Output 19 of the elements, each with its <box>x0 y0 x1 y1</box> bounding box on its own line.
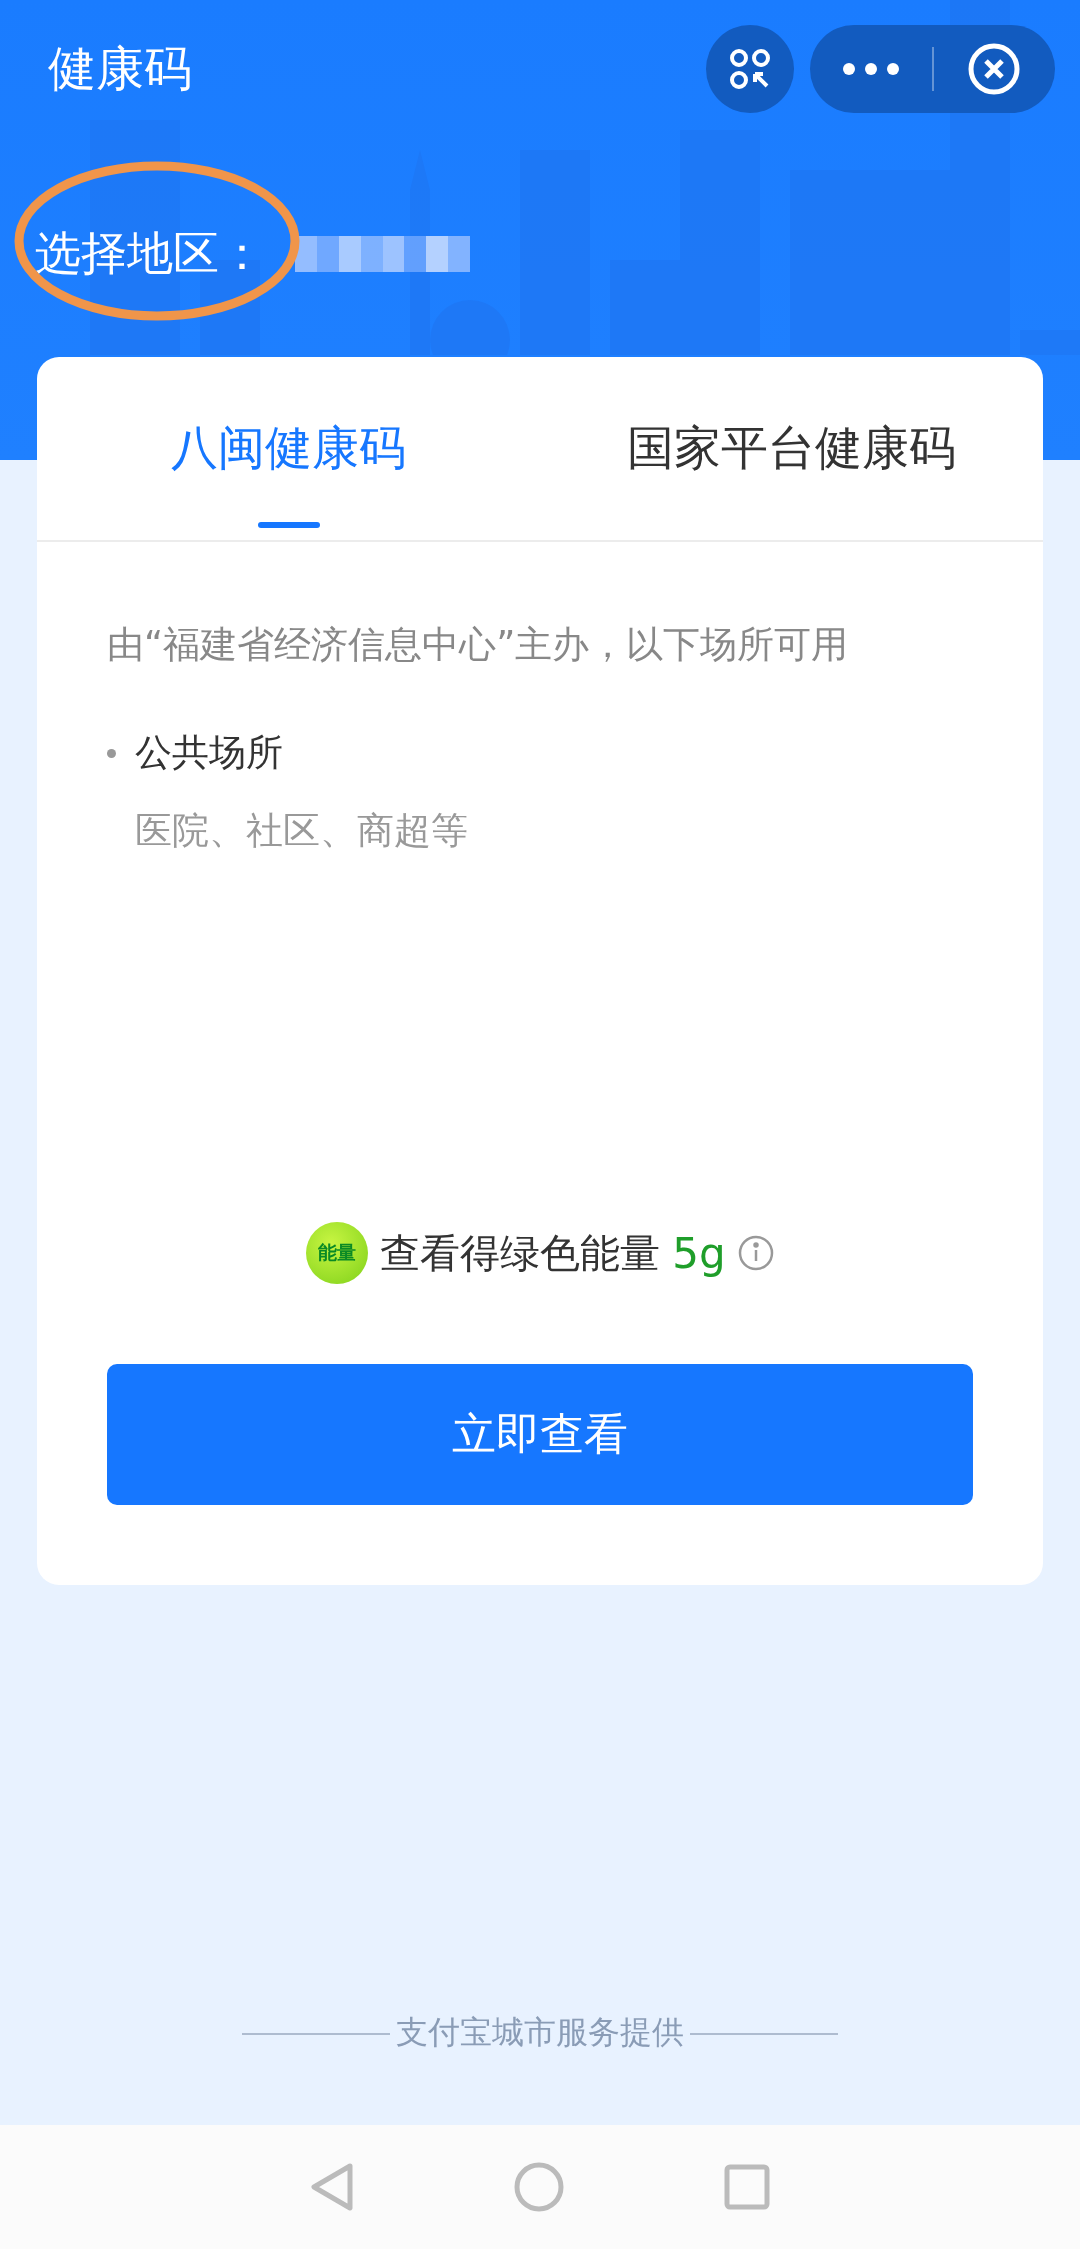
place-title: 公共场所 <box>135 730 284 776</box>
footer-text: 支付宝城市服务提供 <box>396 2012 684 2053</box>
page-title: 健康码 <box>48 39 192 98</box>
description-text: 由“福建省经济信息中心”主办，以下场所可用 <box>107 622 850 668</box>
info-icon[interactable] <box>737 1235 774 1271</box>
back-icon[interactable] <box>310 2162 354 2212</box>
home-icon[interactable] <box>514 2162 564 2212</box>
scan-icon <box>728 47 772 91</box>
energy-badge: 能量 <box>306 1222 369 1284</box>
recents-icon[interactable] <box>724 2164 770 2210</box>
view-button[interactable]: 立即查看 <box>107 1364 973 1505</box>
close-icon <box>967 42 1022 96</box>
energy-text: 查看得绿色能量 <box>380 1228 661 1278</box>
tab[interactable]: 国家平台健康码 <box>540 357 1043 540</box>
energy-amount: 5g <box>672 1228 726 1278</box>
bullet-icon <box>107 748 116 758</box>
tab[interactable]: 八闽健康码 <box>37 357 540 540</box>
place-detail: 医院、社区、商超等 <box>135 808 469 854</box>
more-icon <box>842 63 899 75</box>
